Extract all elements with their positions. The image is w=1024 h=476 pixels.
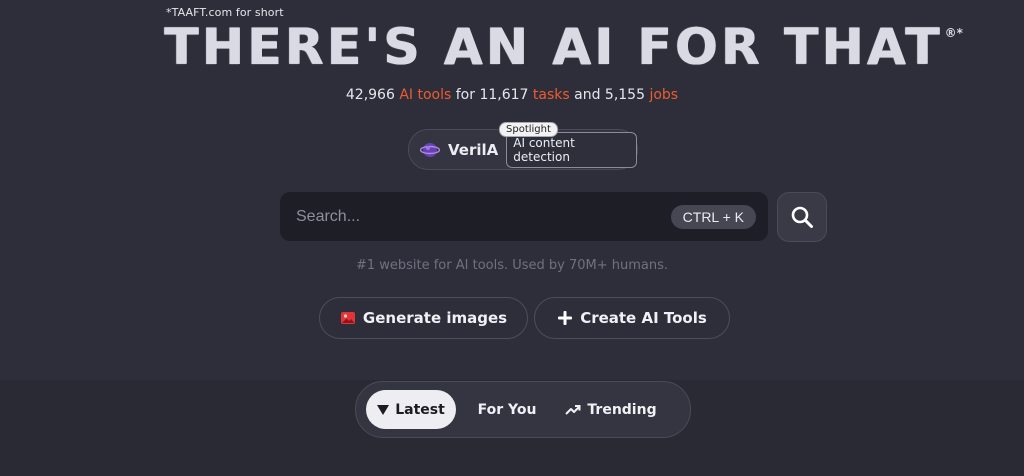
keyboard-shortcut-badge: CTRL + K xyxy=(670,205,756,229)
search-bar: CTRL + K xyxy=(280,192,768,241)
spotlight-name: VerilA xyxy=(448,140,499,159)
tab-for-you[interactable]: For You xyxy=(466,390,548,429)
headline-text: THERE'S AN AI FOR THAT xyxy=(164,18,943,76)
generate-images-button[interactable]: Generate images xyxy=(319,297,528,339)
tasks-link[interactable]: tasks xyxy=(533,87,570,103)
tools-count: 42,966 xyxy=(345,87,395,103)
image-icon xyxy=(340,310,356,326)
globe-logo-icon xyxy=(419,140,441,160)
spotlight-badge: Spotlight xyxy=(499,122,558,137)
registered-mark: ®* xyxy=(944,26,963,40)
spotlight-card[interactable]: Spotlight VerilA AI content detection xyxy=(408,122,638,170)
create-ai-tools-button[interactable]: Create AI Tools xyxy=(534,297,730,339)
tab-trending[interactable]: Trending xyxy=(558,390,664,429)
tab-latest[interactable]: Latest xyxy=(366,390,456,429)
triangle-down-icon xyxy=(377,404,390,415)
trending-up-icon xyxy=(565,404,581,416)
search-button[interactable] xyxy=(777,192,827,242)
search-icon xyxy=(790,205,814,229)
jobs-link[interactable]: jobs xyxy=(649,87,678,103)
plus-icon xyxy=(557,310,573,326)
create-ai-tools-label: Create AI Tools xyxy=(580,309,707,327)
jobs-count: 5,155 xyxy=(604,87,646,103)
stats-for-text: for xyxy=(455,87,475,103)
search-input[interactable] xyxy=(280,207,650,226)
hero-section: *TAAFT.com for short THERE'S AN AI FOR T… xyxy=(0,0,1024,380)
feed-tabs: Latest For You Trending xyxy=(355,381,691,438)
tab-for-you-label: For You xyxy=(477,401,537,418)
tools-link[interactable]: AI tools xyxy=(399,87,451,103)
generate-images-label: Generate images xyxy=(362,309,508,327)
stats-and-text: and xyxy=(574,87,601,103)
stats-line: 42,966 AI tools for 11,617 tasks and 5,1… xyxy=(0,87,1024,103)
tasks-count: 11,617 xyxy=(479,87,529,103)
tagline: #1 website for AI tools. Used by 70M+ hu… xyxy=(355,258,669,273)
tab-latest-label: Latest xyxy=(395,401,445,418)
page-title[interactable]: THERE'S AN AI FOR THAT ®* xyxy=(164,20,963,76)
tab-trending-label: Trending xyxy=(587,401,657,418)
